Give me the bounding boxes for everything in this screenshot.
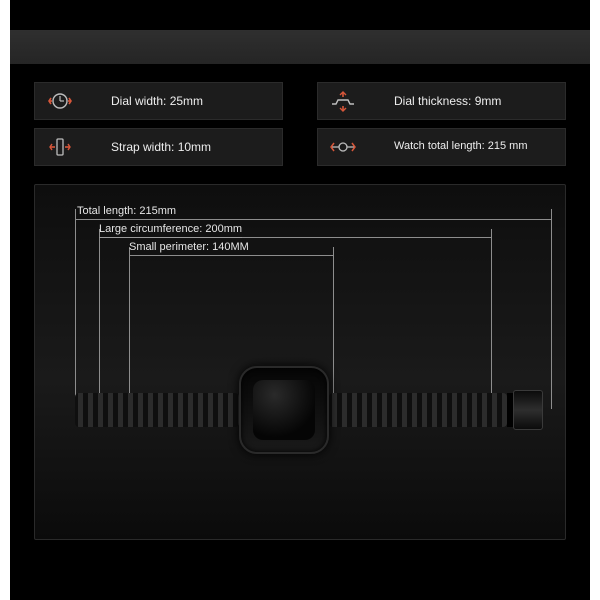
product-spec-image: Dial width: 25mm Dial thickness: 9mm [10, 0, 590, 600]
strap-width-icon [45, 136, 75, 158]
spec-row: Strap width: 10mm Watch total length: 21… [34, 128, 566, 166]
watch-case [239, 366, 329, 454]
spec-label: Watch total length: 215 mm [394, 140, 528, 153]
watch-clasp [513, 390, 543, 430]
top-band [10, 30, 590, 64]
measurement-line-total [75, 219, 551, 220]
spec-dial-width: Dial width: 25mm [34, 82, 283, 120]
spec-strap-width: Strap width: 10mm [34, 128, 283, 166]
spec-row: Dial width: 25mm Dial thickness: 9mm [34, 82, 566, 120]
spec-label: Strap width: 10mm [111, 140, 211, 154]
diagram-label-total: Total length: 215mm [77, 205, 176, 217]
diagram-label-small: Small perimeter: 140MM [129, 241, 249, 253]
diagram-label-large: Large circumference: 200mm [99, 223, 242, 238]
spec-dial-thickness: Dial thickness: 9mm [317, 82, 566, 120]
length-diagram: Total length: 215mm Large circumference:… [34, 184, 566, 540]
spec-label: Dial thickness: 9mm [394, 94, 501, 108]
spec-label: Dial width: 25mm [111, 94, 203, 108]
spec-grid: Dial width: 25mm Dial thickness: 9mm [34, 82, 566, 174]
watch-strap-left [75, 393, 239, 427]
watch-strap-right [329, 393, 507, 427]
total-length-icon [328, 136, 358, 158]
dial-thickness-icon [328, 90, 358, 112]
watch-illustration [75, 365, 555, 455]
spec-total-length: Watch total length: 215 mm [317, 128, 566, 166]
watch-screen [253, 380, 315, 440]
dial-width-icon [45, 90, 75, 112]
measurement-line-small [129, 255, 333, 256]
